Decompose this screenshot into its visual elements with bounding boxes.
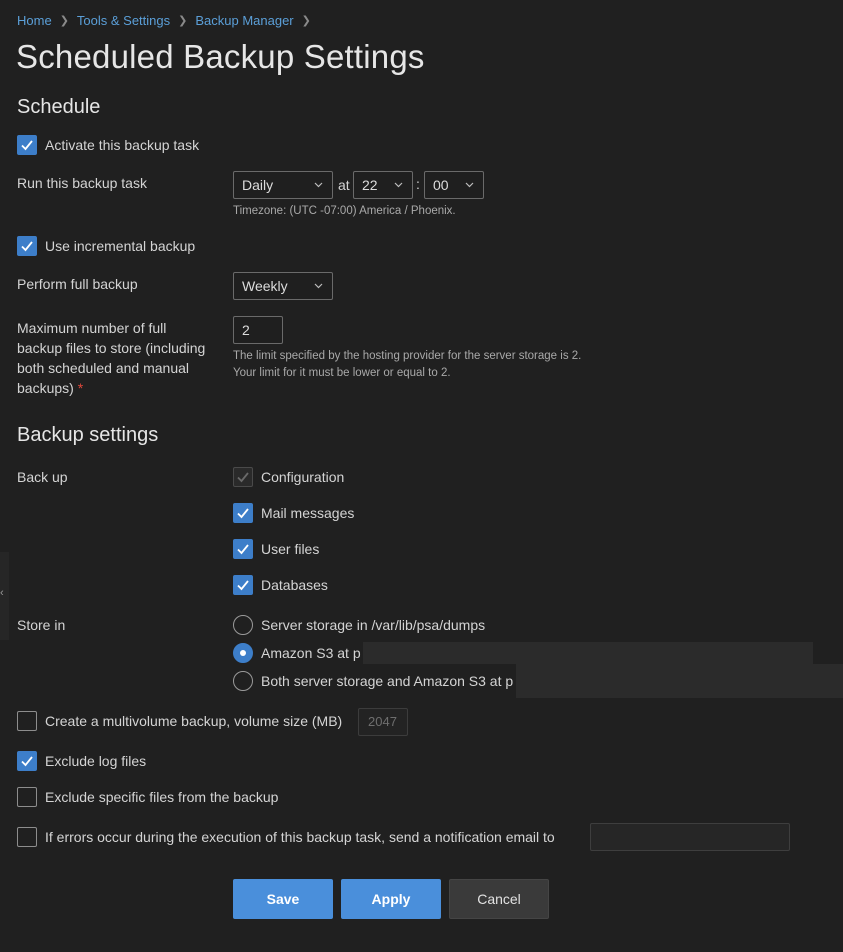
check-icon: [21, 140, 33, 151]
at-label: at: [338, 177, 350, 193]
user-files-checkbox[interactable]: [233, 539, 253, 559]
required-mark: *: [77, 380, 84, 396]
exclude-logs-label: Exclude log files: [45, 753, 147, 769]
chevron-down-icon: [394, 182, 403, 188]
hint-line: Your limit for it must be lower or equal…: [233, 367, 451, 379]
chevron-down-icon: [314, 283, 323, 289]
breadcrumb-backup-manager[interactable]: Backup Manager: [195, 13, 293, 28]
notify-email-input[interactable]: [590, 823, 790, 851]
notify-label: If errors occur during the execution of …: [45, 829, 555, 845]
full-backup-value: Weekly: [242, 278, 288, 294]
timezone-hint: Timezone: (UTC -07:00) America / Phoenix…: [233, 205, 456, 217]
max-files-label: Maximum number of full backup files to s…: [17, 318, 227, 398]
configuration-checkbox: [233, 467, 253, 487]
check-icon: [237, 508, 249, 519]
frequency-value: Daily: [242, 177, 274, 193]
side-panel-handle[interactable]: ‹: [0, 552, 9, 640]
incremental-backup-checkbox[interactable]: [17, 236, 37, 256]
cancel-button[interactable]: Cancel: [449, 879, 549, 919]
redacted-region: [516, 664, 843, 698]
mail-messages-checkbox[interactable]: [233, 503, 253, 523]
minute-value: 00: [433, 177, 449, 193]
activate-task-checkbox[interactable]: [17, 135, 37, 155]
max-files-label-line: both scheduled and manual: [17, 360, 190, 376]
back-up-label: Back up: [17, 469, 68, 485]
hour-value: 22: [362, 177, 378, 193]
mail-messages-label: Mail messages: [261, 505, 355, 521]
chevron-down-icon: [314, 182, 323, 188]
chevron-left-icon: ‹: [0, 587, 4, 599]
activate-task-label: Activate this backup task: [45, 137, 200, 153]
hour-select[interactable]: 22: [353, 171, 413, 199]
incremental-backup-label: Use incremental backup: [45, 238, 196, 254]
amazon-s3-radio[interactable]: [233, 643, 253, 663]
full-backup-select[interactable]: Weekly: [233, 272, 333, 300]
notify-checkbox[interactable]: [17, 827, 37, 847]
check-icon: [21, 241, 33, 252]
server-storage-label: Server storage in /var/lib/psa/dumps: [261, 617, 486, 633]
check-icon: [237, 580, 249, 591]
frequency-select[interactable]: Daily: [233, 171, 333, 199]
breadcrumb-home[interactable]: Home: [17, 13, 52, 28]
amazon-s3-label: Amazon S3 at p: [261, 645, 361, 661]
user-files-label: User files: [261, 541, 320, 557]
max-files-label-line: backup files to store (including: [17, 340, 206, 356]
hint-line: The limit specified by the hosting provi…: [233, 350, 582, 362]
multivolume-label: Create a multivolume backup, volume size…: [45, 713, 343, 729]
chevron-down-icon: [465, 182, 474, 188]
max-files-input[interactable]: 2: [233, 316, 283, 344]
store-in-label: Store in: [17, 617, 66, 633]
exclude-specific-label: Exclude specific files from the backup: [45, 789, 279, 805]
minute-select[interactable]: 00: [424, 171, 484, 199]
both-storage-radio[interactable]: [233, 671, 253, 691]
exclude-logs-checkbox[interactable]: [17, 751, 37, 771]
backup-settings-heading: Backup settings: [17, 424, 159, 446]
check-icon: [21, 756, 33, 767]
volume-size-input[interactable]: 2047: [358, 708, 408, 736]
configuration-label: Configuration: [261, 469, 345, 485]
schedule-heading: Schedule: [17, 96, 101, 118]
page: Home ❯ Tools & Settings ❯ Backup Manager…: [0, 0, 843, 952]
full-backup-label: Perform full backup: [17, 276, 138, 292]
check-icon: [237, 544, 249, 555]
chevron-right-icon: ❯: [178, 15, 188, 27]
databases-label: Databases: [261, 577, 328, 593]
breadcrumb-tools-settings[interactable]: Tools & Settings: [77, 13, 170, 28]
chevron-right-icon: ❯: [301, 15, 311, 27]
redacted-region: [363, 642, 813, 664]
databases-checkbox[interactable]: [233, 575, 253, 595]
chevron-right-icon: ❯: [59, 15, 69, 27]
check-icon: [237, 472, 249, 483]
max-files-label-line: Maximum number of full: [17, 320, 167, 336]
apply-button[interactable]: Apply: [341, 879, 441, 919]
time-separator: :: [416, 176, 420, 192]
exclude-specific-checkbox[interactable]: [17, 787, 37, 807]
max-files-label-line: backups) *: [17, 380, 84, 396]
both-storage-label: Both server storage and Amazon S3 at p: [261, 673, 514, 689]
run-task-label: Run this backup task: [17, 175, 147, 191]
server-storage-radio[interactable]: [233, 615, 253, 635]
save-button[interactable]: Save: [233, 879, 333, 919]
multivolume-checkbox[interactable]: [17, 711, 37, 731]
max-files-hint: The limit specified by the hosting provi…: [233, 348, 581, 382]
breadcrumb: Home ❯ Tools & Settings ❯ Backup Manager…: [17, 13, 319, 28]
page-title: Scheduled Backup Settings: [16, 38, 425, 75]
